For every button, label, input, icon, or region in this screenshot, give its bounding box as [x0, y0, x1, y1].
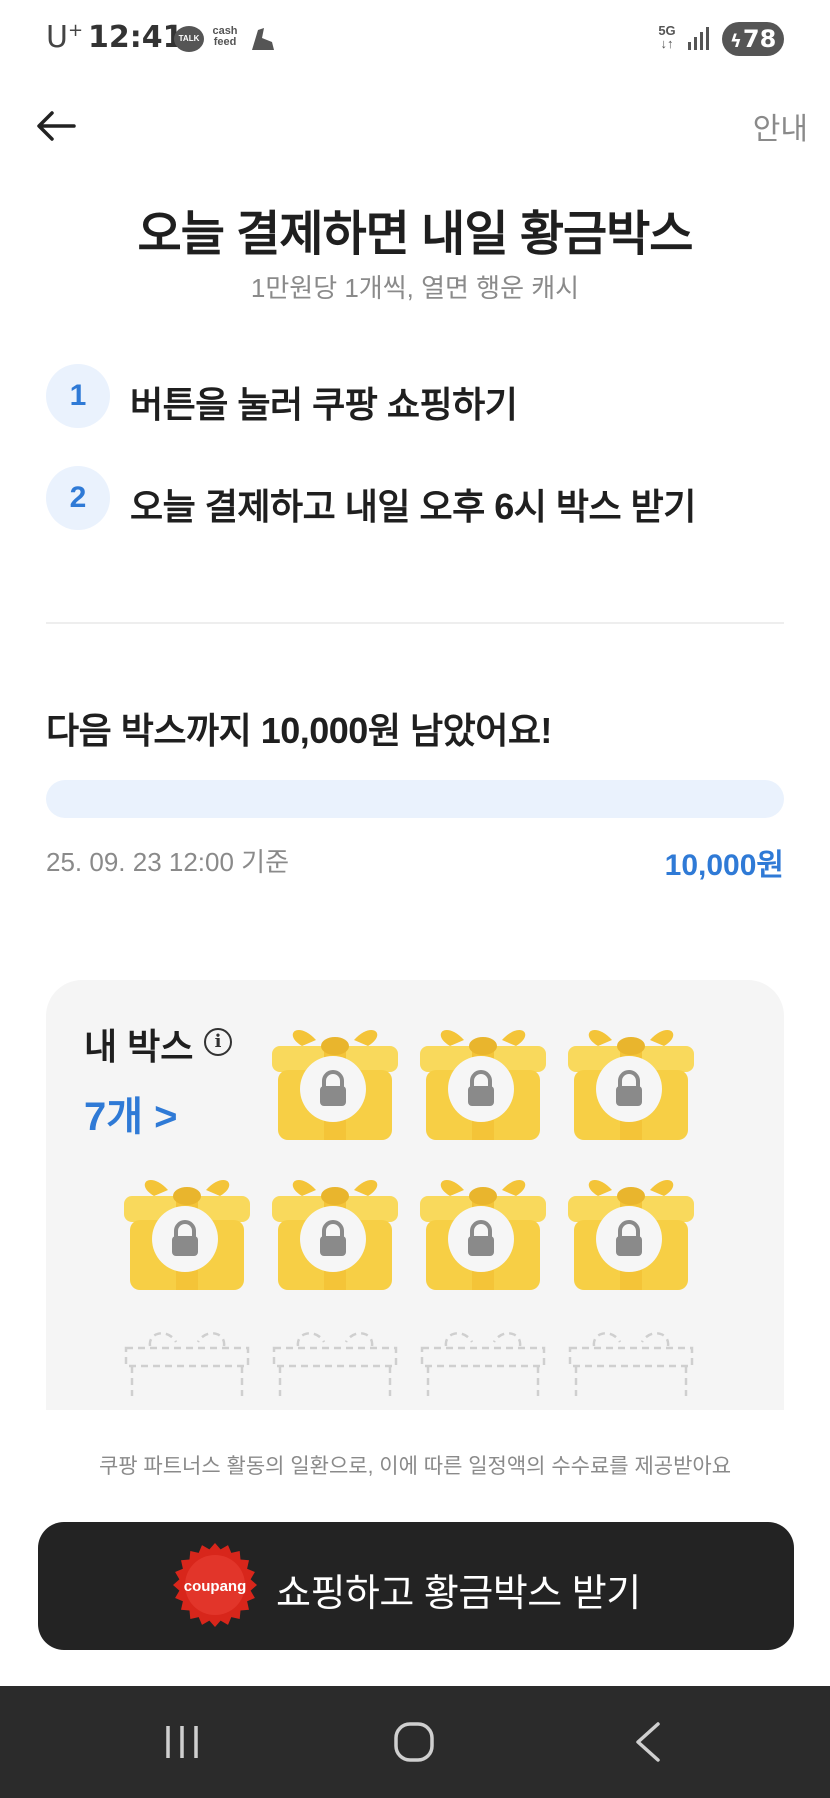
carrier-label: U+	[46, 20, 84, 55]
empty-box-slot	[268, 1326, 402, 1396]
cta-label: 쇼핑하고 황금박스 받기	[276, 1573, 641, 1615]
lock-icon	[152, 1206, 218, 1272]
locked-gold-box[interactable]	[564, 1166, 698, 1294]
locked-gold-box[interactable]	[120, 1166, 254, 1294]
locked-gold-box[interactable]	[416, 1166, 550, 1294]
locked-gold-box[interactable]	[268, 1166, 402, 1294]
system-nav-bar	[0, 1686, 830, 1798]
battery-icon: ϟ78	[722, 22, 784, 56]
recent-apps-icon[interactable]	[162, 1722, 202, 1762]
svg-text:coupang: coupang	[184, 1578, 247, 1595]
system-back-icon[interactable]	[628, 1720, 668, 1764]
remaining-title: 다음 박스까지 10,000원 남았어요!	[46, 710, 552, 751]
divider	[46, 622, 784, 624]
kakaotalk-icon: TALK	[174, 26, 204, 52]
status-bar: U+ 12:41 TALK cash feed 5G ↓↑ ϟ78	[0, 0, 830, 80]
lock-icon	[596, 1206, 662, 1272]
step-number: 1	[46, 364, 110, 428]
coupang-badge-icon: coupang	[172, 1542, 258, 1628]
progress-bar	[46, 780, 784, 818]
my-box-count-link[interactable]: 7개 >	[84, 1084, 178, 1142]
lock-icon	[596, 1056, 662, 1122]
back-arrow-icon[interactable]	[34, 104, 78, 148]
locked-gold-box[interactable]	[416, 1016, 550, 1144]
lock-icon	[448, 1056, 514, 1122]
shop-get-gold-box-button[interactable]: coupang 쇼핑하고 황금박스 받기	[38, 1522, 794, 1650]
guide-link[interactable]: 안내	[753, 104, 808, 148]
cashfeed-icon: cash feed	[212, 25, 238, 48]
signal-icon	[686, 26, 712, 52]
locked-gold-box[interactable]	[564, 1016, 698, 1144]
home-icon[interactable]	[392, 1720, 436, 1764]
my-box-card: 내 박스 i 7개 >	[46, 980, 784, 1410]
page-title: 오늘 결제하면 내일 황금박스	[137, 208, 694, 261]
remaining-amount: 10,000원	[664, 849, 784, 882]
step-text: 오늘 결제하고 내일 오후 6시 박스 받기	[130, 486, 696, 527]
partners-disclaimer: 쿠팡 파트너스 활동의 일환으로, 이에 따른 일정액의 수수료를 제공받아요	[98, 1455, 732, 1478]
as-of-timestamp: 25. 09. 23 12:00 기준	[46, 847, 290, 877]
my-box-label: 내 박스	[84, 1026, 194, 1067]
step-number: 2	[46, 466, 110, 530]
page-subtitle: 1만원당 1개씩, 열면 행운 캐시	[250, 273, 580, 303]
shoe-icon	[248, 24, 276, 54]
empty-box-slot	[564, 1326, 698, 1396]
network-5g-icon: 5G ↓↑	[658, 23, 676, 51]
info-icon[interactable]: i	[204, 1028, 232, 1056]
lock-icon	[300, 1206, 366, 1272]
lock-icon	[300, 1056, 366, 1122]
step-text: 버튼을 눌러 쿠팡 쇼핑하기	[130, 384, 518, 425]
lock-icon	[448, 1206, 514, 1272]
empty-box-slot	[416, 1326, 550, 1396]
empty-box-slot	[120, 1326, 254, 1396]
locked-gold-box[interactable]	[268, 1016, 402, 1144]
status-time: 12:41	[88, 20, 184, 55]
